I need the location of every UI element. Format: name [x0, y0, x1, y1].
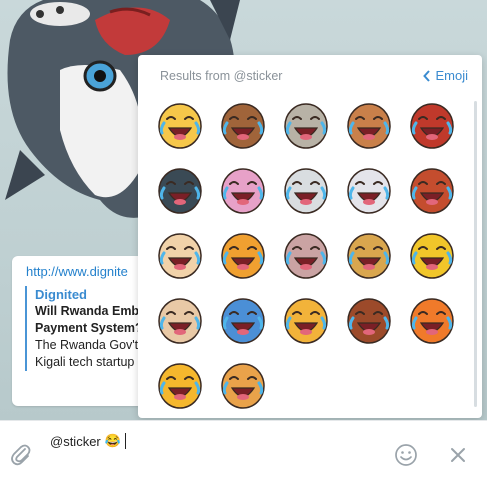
- sticker-man-suit-crying[interactable]: [150, 160, 210, 220]
- panel-scrollbar[interactable]: [474, 101, 477, 407]
- text-cursor: [124, 433, 126, 449]
- sticker-pink-elephant-image: [221, 168, 265, 214]
- sticker-red-panda[interactable]: [402, 160, 462, 220]
- sticker-mouse-laughing-image: [347, 233, 391, 279]
- sticker-old-man-laughing[interactable]: [150, 290, 210, 350]
- sticker-cow-laughing[interactable]: [276, 225, 336, 285]
- sticker-robot-crying-image: [221, 298, 265, 344]
- sticker-robot-crying[interactable]: [213, 290, 273, 350]
- message-input-bar: @sticker 😂: [0, 420, 487, 480]
- sticker-bearded-man-laughing[interactable]: [213, 95, 273, 155]
- sticker-orange-cat-rolling-image: [221, 233, 265, 279]
- sticker-blonde-girl-crying-image: [158, 103, 202, 149]
- sticker-bearded-man-laughing-image: [221, 103, 265, 149]
- link-preview[interactable]: Dignited Will Rwanda Emb Payment System?…: [25, 286, 152, 371]
- sticker-chicken-laughing[interactable]: [276, 290, 336, 350]
- panel-header: Results from @sticker: [160, 69, 283, 83]
- input-emoji: 😂: [104, 433, 121, 448]
- sticker-monkey-laughing[interactable]: [339, 95, 399, 155]
- close-icon[interactable]: [448, 445, 468, 465]
- chevron-left-icon: [423, 69, 431, 82]
- sticker-blonde-girl-crying[interactable]: [150, 95, 210, 155]
- sticker-pink-elephant[interactable]: [213, 160, 273, 220]
- sticker-monkey-laughing-image: [347, 103, 391, 149]
- preview-title-line-1: Will Rwanda Emb: [35, 304, 140, 318]
- sticker-white-seal-image: [284, 168, 328, 214]
- message-link[interactable]: http://www.dignite: [26, 264, 128, 279]
- sticker-kangaroo-laughing-image: [221, 363, 265, 409]
- sticker-bull-laughing[interactable]: [339, 290, 399, 350]
- sticker-cow-laughing-image: [284, 233, 328, 279]
- sticker-white-rabbit-image: [347, 168, 391, 214]
- sticker-results-panel: Results from @sticker Emoji: [138, 55, 482, 418]
- sticker-old-man-laughing-image: [158, 298, 202, 344]
- sticker-dog-laughing[interactable]: [150, 225, 210, 285]
- sticker-kangaroo-laughing[interactable]: [213, 355, 273, 415]
- sticker-grey-cat-laughing-image: [284, 103, 328, 149]
- sticker-boy-crying[interactable]: [402, 95, 462, 155]
- sticker-emoji-face-laughing-image: [158, 363, 202, 409]
- sticker-man-suit-crying-image: [158, 168, 202, 214]
- preview-description-line-2: Kigali tech startup: [35, 355, 135, 369]
- paperclip-icon[interactable]: [10, 443, 32, 467]
- sticker-dog-laughing-image: [158, 233, 202, 279]
- emoji-tab-label: Emoji: [435, 68, 468, 83]
- sticker-mouse-laughing[interactable]: [339, 225, 399, 285]
- sticker-chicken-laughing-image: [284, 298, 328, 344]
- preview-title-line-2: Payment System?: [35, 321, 143, 335]
- sticker-bull-laughing-image: [347, 298, 391, 344]
- input-text: @sticker: [50, 433, 101, 449]
- preview-site-name: Dignited: [35, 287, 87, 302]
- sticker-orange-cat-rolling[interactable]: [213, 225, 273, 285]
- sticker-red-panda-image: [410, 168, 454, 214]
- smiley-icon[interactable]: [394, 443, 418, 467]
- sticker-duck-laughing-image: [410, 233, 454, 279]
- preview-description-line-1: The Rwanda Gov't: [35, 338, 139, 352]
- sticker-fox-laughing-image: [410, 298, 454, 344]
- sticker-boy-crying-image: [410, 103, 454, 149]
- message-bubble: http://www.dignite Dignited Will Rwanda …: [12, 256, 152, 406]
- message-input-field[interactable]: @sticker 😂: [50, 433, 126, 449]
- sticker-white-rabbit[interactable]: [339, 160, 399, 220]
- emoji-tab-link[interactable]: Emoji: [423, 68, 468, 83]
- sticker-duck-laughing[interactable]: [402, 225, 462, 285]
- sticker-grey-cat-laughing[interactable]: [276, 95, 336, 155]
- sticker-fox-laughing[interactable]: [402, 290, 462, 350]
- sticker-emoji-face-laughing[interactable]: [150, 355, 210, 415]
- sticker-white-seal[interactable]: [276, 160, 336, 220]
